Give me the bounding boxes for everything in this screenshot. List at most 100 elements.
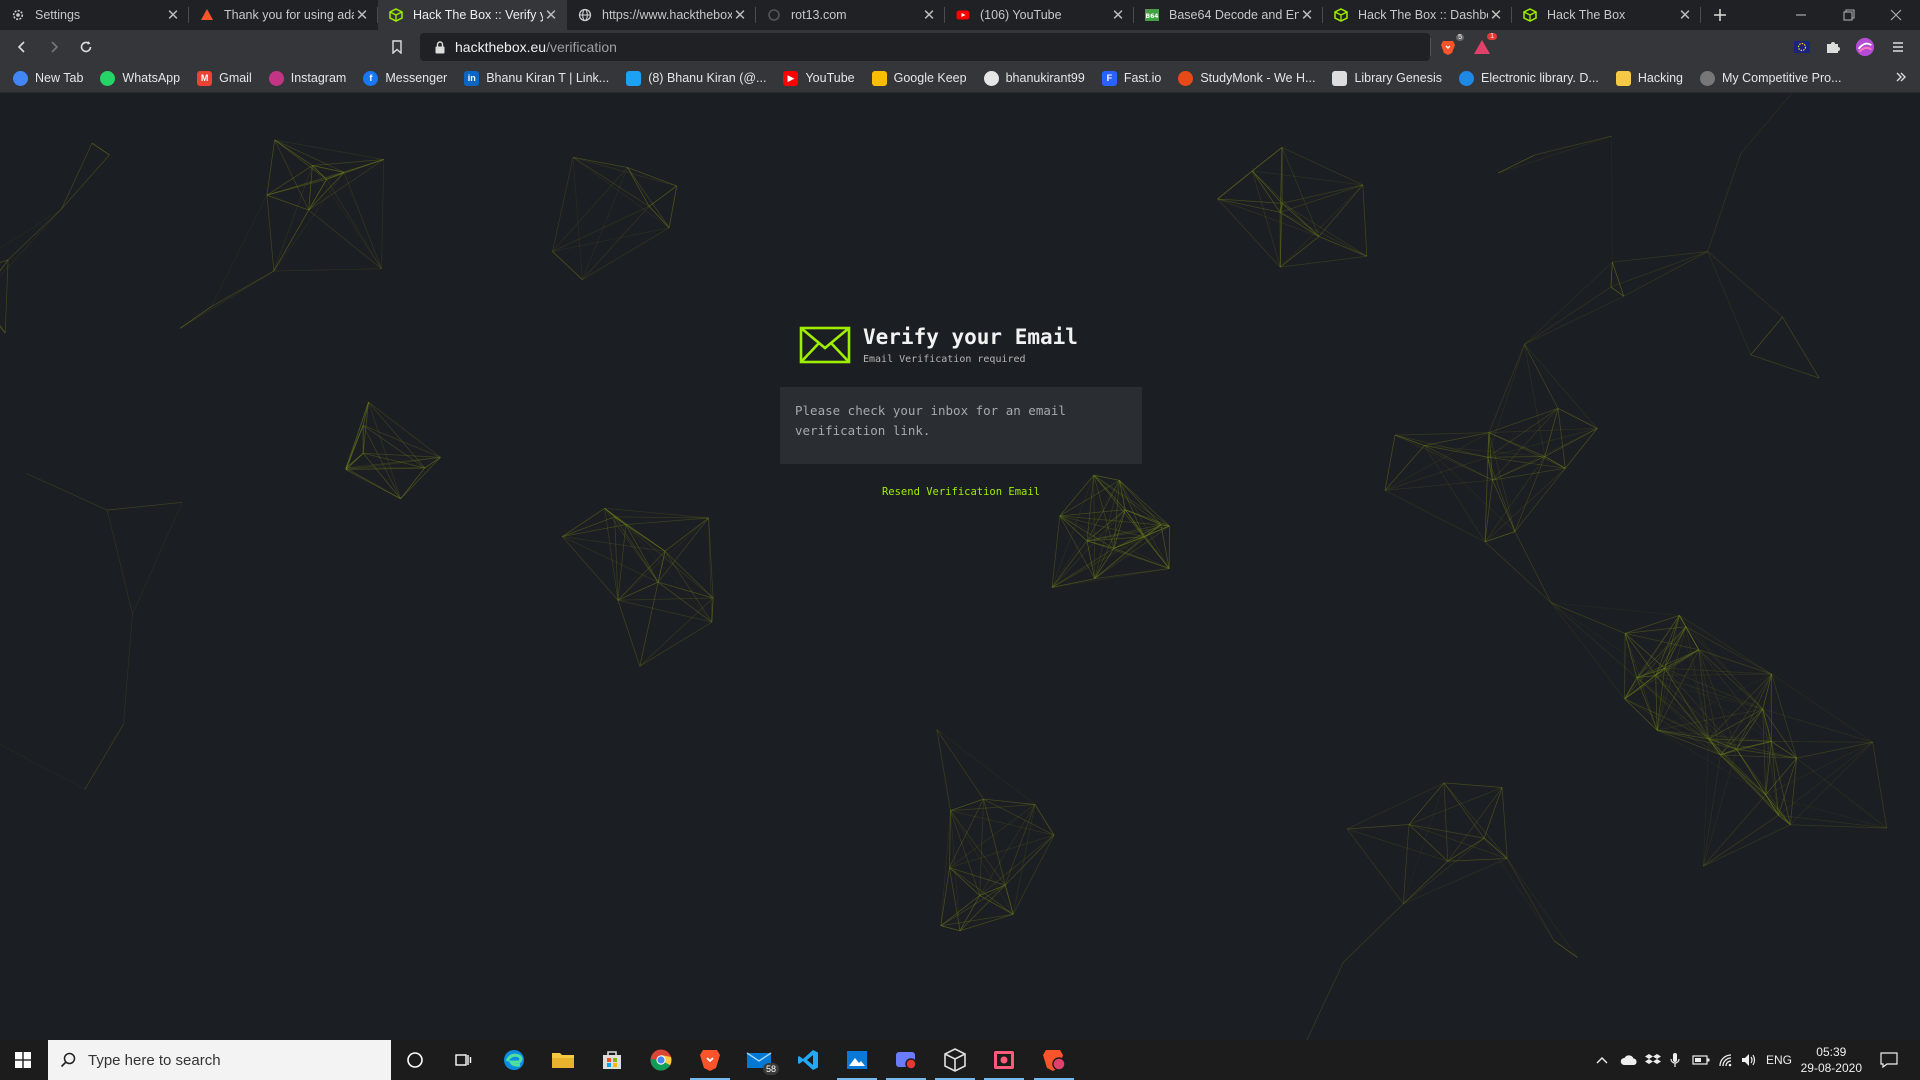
new-tab-button[interactable] [1705, 0, 1735, 30]
fastio-icon: F [1101, 70, 1117, 86]
tab-3[interactable]: Hack The Box :: Verify you✕ [378, 0, 567, 30]
taskbar-virtualbox[interactable] [931, 1040, 979, 1080]
brave-rewards-button[interactable]: 1 [1472, 33, 1497, 57]
tab-5[interactable]: rot13.com ✕ [756, 0, 945, 30]
bookmark-twitter[interactable]: (8) Bhanu Kiran (@... [626, 70, 766, 86]
taskbar-brave-beta[interactable] [1030, 1040, 1078, 1080]
taskbar-edge[interactable] [490, 1040, 538, 1080]
cortana-circle-icon [407, 1052, 423, 1068]
taskbar-mail[interactable]: 58 [735, 1040, 783, 1080]
taskbar-chrome[interactable] [637, 1040, 685, 1080]
bookmark-linkedin[interactable]: in Bhanu Kiran T | Link... [464, 70, 609, 86]
tab-4[interactable]: https://www.hackthebox. ✕ [567, 0, 756, 30]
cortana-button[interactable] [391, 1040, 439, 1080]
tab-close-icon[interactable]: ✕ [921, 6, 937, 24]
show-hidden-icons-button[interactable] [1596, 1040, 1608, 1080]
more-bookmarks-button[interactable] [1896, 70, 1906, 85]
network-line [1703, 824, 1791, 867]
bookmark-studymonk[interactable]: StudyMonk - We H... [1178, 70, 1315, 86]
tab-close-icon[interactable]: ✕ [354, 6, 370, 24]
system-clock[interactable]: 05:39 29-08-2020 [1801, 1044, 1862, 1076]
restore-button[interactable] [1826, 0, 1872, 30]
tab-2[interactable]: Thank you for using adaw ✕ [189, 0, 378, 30]
onedrive-tray-icon[interactable] [1620, 1040, 1638, 1080]
network-line [1750, 316, 1783, 356]
bookmark-facebook[interactable]: f Messenger [363, 70, 447, 86]
tab-close-icon[interactable]: ✕ [732, 6, 748, 24]
taskbar-photos[interactable] [833, 1040, 881, 1080]
action-center-button[interactable] [1880, 1040, 1898, 1080]
minimize-button[interactable] [1778, 0, 1824, 30]
tab-1[interactable]: Settings ✕ [0, 0, 189, 30]
taskbar-brave[interactable] [686, 1040, 734, 1080]
back-button[interactable] [10, 35, 34, 59]
tab-close-icon[interactable]: ✕ [543, 6, 559, 24]
bookmark-loading[interactable]: My Competitive Pro... [1700, 70, 1842, 86]
close-window-button[interactable] [1873, 0, 1919, 30]
bookmark-keep[interactable]: Google Keep [871, 70, 967, 86]
network-line [1765, 757, 1797, 796]
taskbar-store[interactable] [588, 1040, 636, 1080]
network-line [1553, 940, 1578, 958]
network-line [312, 165, 345, 173]
start-button[interactable] [0, 1040, 46, 1080]
network-line [1796, 741, 1873, 759]
forward-button[interactable] [42, 35, 66, 59]
bookmark-page-button[interactable] [385, 35, 409, 59]
network-line [1702, 749, 1737, 867]
zlib-icon [1458, 70, 1474, 86]
taskbar-search-box[interactable]: Type here to search [48, 1040, 391, 1080]
network-line [940, 925, 961, 932]
taskbar-vscode[interactable] [784, 1040, 832, 1080]
address-bar[interactable]: hackthebox.eu/verification [420, 33, 1430, 61]
tab-close-icon[interactable]: ✕ [1488, 6, 1504, 24]
network-line [0, 744, 86, 790]
tab-close-icon[interactable]: ✕ [1110, 6, 1126, 24]
taskbar-file-explorer[interactable] [539, 1040, 587, 1080]
bookmark-folder[interactable]: Hacking [1615, 70, 1683, 86]
network-line [1346, 828, 1404, 904]
volume-tray-icon[interactable] [1741, 1040, 1757, 1080]
battery-tray-icon[interactable] [1692, 1040, 1710, 1080]
tab-close-icon[interactable]: ✕ [1299, 6, 1315, 24]
reload-button[interactable] [74, 35, 98, 59]
lock-icon [435, 40, 445, 53]
brave-icon [700, 1050, 720, 1071]
bookmark-gmail[interactable]: M Gmail [197, 70, 252, 86]
network-line [711, 598, 714, 623]
dropbox-tray-icon[interactable] [1645, 1040, 1661, 1080]
browser-menu-button[interactable] [1888, 37, 1908, 57]
tab-close-icon[interactable]: ✕ [1677, 6, 1693, 24]
tab-close-icon[interactable]: ✕ [165, 6, 181, 24]
tab-8[interactable]: Hack The Box :: Dashboa ✕ [1323, 0, 1512, 30]
wifi-tray-icon[interactable] [1718, 1040, 1734, 1080]
microphone-tray-icon[interactable] [1670, 1040, 1680, 1080]
task-view-button[interactable] [439, 1040, 487, 1080]
bookmark-label: New Tab [35, 71, 84, 85]
tab-9[interactable]: Hack The Box ✕ [1512, 0, 1701, 30]
resend-verification-link[interactable]: Resend Verification Email [780, 486, 1142, 498]
bookmark-github[interactable]: bhanukirant99 [983, 70, 1085, 86]
bookmark-whatsapp[interactable]: WhatsApp [100, 70, 180, 86]
bookmark-fastio[interactable]: F Fast.io [1101, 70, 1161, 86]
network-line [950, 810, 981, 896]
taskbar-screen-recorder[interactable] [882, 1040, 930, 1080]
bookmark-zlib[interactable]: Electronic library. D... [1458, 70, 1599, 86]
extensions-menu-button[interactable] [1823, 37, 1843, 57]
tab-6[interactable]: (106) YouTube ✕ [945, 0, 1134, 30]
network-line [1347, 782, 1445, 830]
network-line [1524, 295, 1624, 345]
extension-button[interactable] [1792, 37, 1812, 57]
bookmark-youtube[interactable]: ▶ YouTube [783, 70, 855, 86]
bookmark-instagram[interactable]: Instagram [268, 70, 346, 86]
taskbar-camera-app[interactable] [980, 1040, 1028, 1080]
bookmark-chrome[interactable]: New Tab [13, 70, 84, 86]
language-indicator[interactable]: ENG [1766, 1040, 1792, 1080]
profile-avatar-button[interactable] [1855, 37, 1875, 57]
network-line [664, 517, 709, 552]
network-line [1872, 742, 1888, 829]
bookmark-icon [392, 40, 402, 54]
brave-shields-button[interactable]: 5 [1438, 34, 1464, 57]
bookmark-book[interactable]: Library Genesis [1332, 70, 1442, 86]
tab-7[interactable]: B64 Base64 Decode and Enco✕ [1134, 0, 1323, 30]
